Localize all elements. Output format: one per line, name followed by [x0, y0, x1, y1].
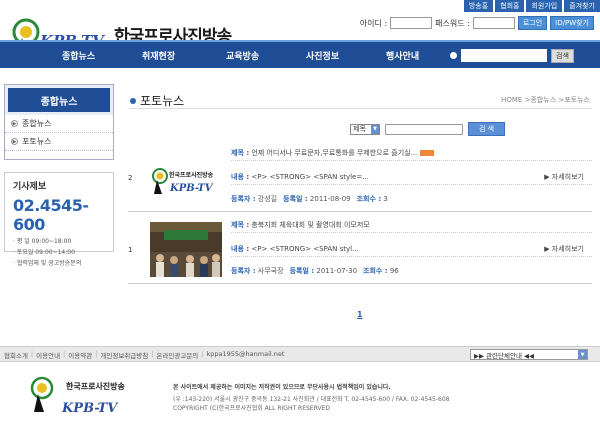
footer-notice: 본 사이트에서 제공하는 이미지는 저작권이 있으므로 무단사용시 법적책임이 …	[173, 384, 391, 391]
item-number: 2	[128, 174, 133, 182]
page-title: 포토뉴스	[130, 92, 184, 109]
search-bullet-icon	[450, 52, 457, 59]
item-meta: 등록자 : 사무국장 등록일 : 2011-07-30 조회수 : 96	[231, 267, 399, 275]
nav-item-education[interactable]: 교육방송	[226, 49, 259, 62]
footer-email[interactable]: kppa1955@hanmail.net	[207, 350, 285, 360]
contact-box: 기사제보 02.4545-600 · 평 일 09:00~18:00 · 토요일…	[4, 172, 114, 267]
sidebar-menu: 종합뉴스 ▶ 종합뉴스 ▶ 포토뉴스	[4, 84, 114, 160]
search-field-value: 제목	[353, 125, 366, 133]
pw-input[interactable]	[472, 17, 515, 29]
footer-link-ads[interactable]: 온라인광고문의	[156, 350, 198, 360]
footer-links: 협회소개 | 이용안내 | 이용약관 | 개인정보취급방침 | 온라인광고문의 | kpp…	[4, 350, 285, 360]
footer-link-privacy[interactable]: 개인정보취급방침	[100, 350, 148, 360]
svg-text:한국프로사진방송: 한국프로사진방송	[169, 171, 214, 179]
title-bullet-icon	[130, 97, 136, 104]
nav-item-field-report[interactable]: 취재현장	[142, 49, 175, 62]
divider	[231, 160, 592, 161]
sidebar-heading: 종합뉴스	[5, 85, 113, 115]
chevron-down-icon: ▼	[578, 350, 587, 359]
contact-hours-saturday: · 토요일 09:00~14:00	[13, 249, 75, 256]
nav-search-input[interactable]	[461, 49, 547, 62]
sidebar-item-photo-news[interactable]: ▶ 포토뉴스	[5, 133, 113, 151]
item-subject[interactable]: 제목 : 언제 어디서나 무료문자,무료통화를 무제한으로 즐기실...	[231, 148, 435, 158]
top-links: 방송홍 협회홍 회원가입 즐겨찾기	[463, 0, 600, 12]
login-button[interactable]: 로그인	[517, 16, 548, 30]
related-orgs-select[interactable]: ▶▶ 관련단체안내 ◀◀ ▼	[470, 349, 588, 360]
item-content: 내용 : <P> <STRONG> <SPAN styl...	[231, 245, 359, 253]
top-link-join[interactable]: 회원가입	[526, 0, 563, 12]
item-number: 1	[128, 246, 133, 254]
top-link-association[interactable]: 협회홍	[495, 0, 525, 12]
find-id-pw-button[interactable]: ID/PW찾기	[550, 16, 594, 30]
nav-item-events[interactable]: 행사안내	[386, 49, 419, 62]
sidebar-item-label: 포토뉴스	[22, 137, 52, 146]
divider	[231, 232, 592, 233]
item-meta: 등록자 : 강성길 등록일 : 2011-08-09 조회수 : 3	[231, 195, 388, 203]
list-search-button[interactable]: 검 색	[468, 122, 506, 136]
search-field-select[interactable]: 제목 ▼	[350, 123, 380, 135]
arrow-right-icon: ▶	[11, 138, 18, 145]
contact-hours-weekday: · 평 일 09:00~18:00	[13, 238, 72, 245]
chevron-down-icon: ▼	[371, 124, 379, 134]
pagination-page-1[interactable]: 1	[357, 310, 363, 319]
divider	[231, 184, 592, 185]
title-divider	[130, 108, 592, 109]
pw-label: 패스워드 :	[435, 18, 470, 28]
top-link-bookmark[interactable]: 즐겨찾기	[564, 0, 600, 12]
footer-title: 한국프로사진방송	[66, 382, 125, 391]
item-content: 내용 : <P> <STRONG> <SPAN style=...	[231, 173, 369, 181]
contact-ad-inquiry: · 협력업체 및 광고방송문의	[13, 260, 82, 267]
id-label: 아이디 :	[359, 18, 388, 28]
list-search-input[interactable]	[385, 123, 463, 135]
top-link-broadcast[interactable]: 방송홍	[463, 0, 494, 12]
login-form: 아이디 : 패스워드 : 로그인 ID/PW찾기	[360, 16, 594, 30]
arrow-right-icon: ▶	[11, 120, 18, 127]
footer-copyright: COPYRIGHT (C)한국프로사진협회 ALL RIGHT RESERVED	[173, 405, 330, 412]
item-subject[interactable]: 제목 : 충북지회 체육대회 및 촬영대회 이모저모	[231, 220, 370, 230]
svg-text:KPB-TV: KPB-TV	[169, 183, 214, 194]
nav-search: 검색	[450, 46, 590, 65]
footer-address: (우 :143-220) 서울시 광진구 중곡동 132-21 사진회관 / 대…	[173, 396, 450, 403]
footer-link-guide[interactable]: 이용안내	[36, 350, 60, 360]
new-badge	[420, 150, 435, 156]
nav-item-general-news[interactable]: 종합뉴스	[62, 49, 95, 62]
footer-info: 본 사이트에서 제공하는 이미지는 저작권이 있으므로 무단사용시 법적책임이 …	[173, 383, 593, 413]
row-separator	[128, 211, 592, 212]
nav-search-button[interactable]: 검색	[551, 48, 574, 63]
item-thumbnail-logo[interactable]: 한국프로사진방송 KPB-TV	[150, 158, 222, 210]
footer-bar: 협회소개 | 이용안내 | 이용약관 | 개인정보취급방침 | 온라인광고문의 | kpp…	[0, 346, 600, 362]
row-separator	[128, 283, 592, 284]
list-search: 제목 ▼ 검 색	[350, 122, 506, 136]
footer-link-about[interactable]: 협회소개	[4, 350, 28, 360]
sidebar-item-label: 종합뉴스	[22, 119, 52, 128]
id-input[interactable]	[390, 17, 433, 29]
breadcrumb: HOME >종합뉴스 >포토뉴스	[501, 96, 590, 104]
contact-phone: 02.4545-600	[13, 196, 89, 234]
more-link[interactable]: ▶ 자세히보기	[544, 172, 584, 182]
divider	[231, 256, 592, 257]
sidebar-item-general-news[interactable]: ▶ 종합뉴스	[5, 115, 113, 133]
more-link[interactable]: ▶ 자세히보기	[544, 244, 584, 254]
footer-logo: KPB-TV	[30, 376, 119, 416]
main-nav: 종합뉴스 취재현장 교육방송 사진정보 행사안내 검색	[0, 40, 600, 68]
page-title-text: 포토뉴스	[140, 94, 185, 108]
contact-title: 기사제보	[13, 182, 47, 192]
nav-item-photo-info[interactable]: 사진정보	[306, 49, 339, 62]
related-orgs-value: ▶▶ 관련단체안내 ◀◀	[474, 351, 535, 360]
footer-logo-text: KPB-TV	[61, 401, 119, 416]
footer-link-terms[interactable]: 이용약관	[68, 350, 92, 360]
item-thumbnail-photo[interactable]	[150, 222, 222, 277]
